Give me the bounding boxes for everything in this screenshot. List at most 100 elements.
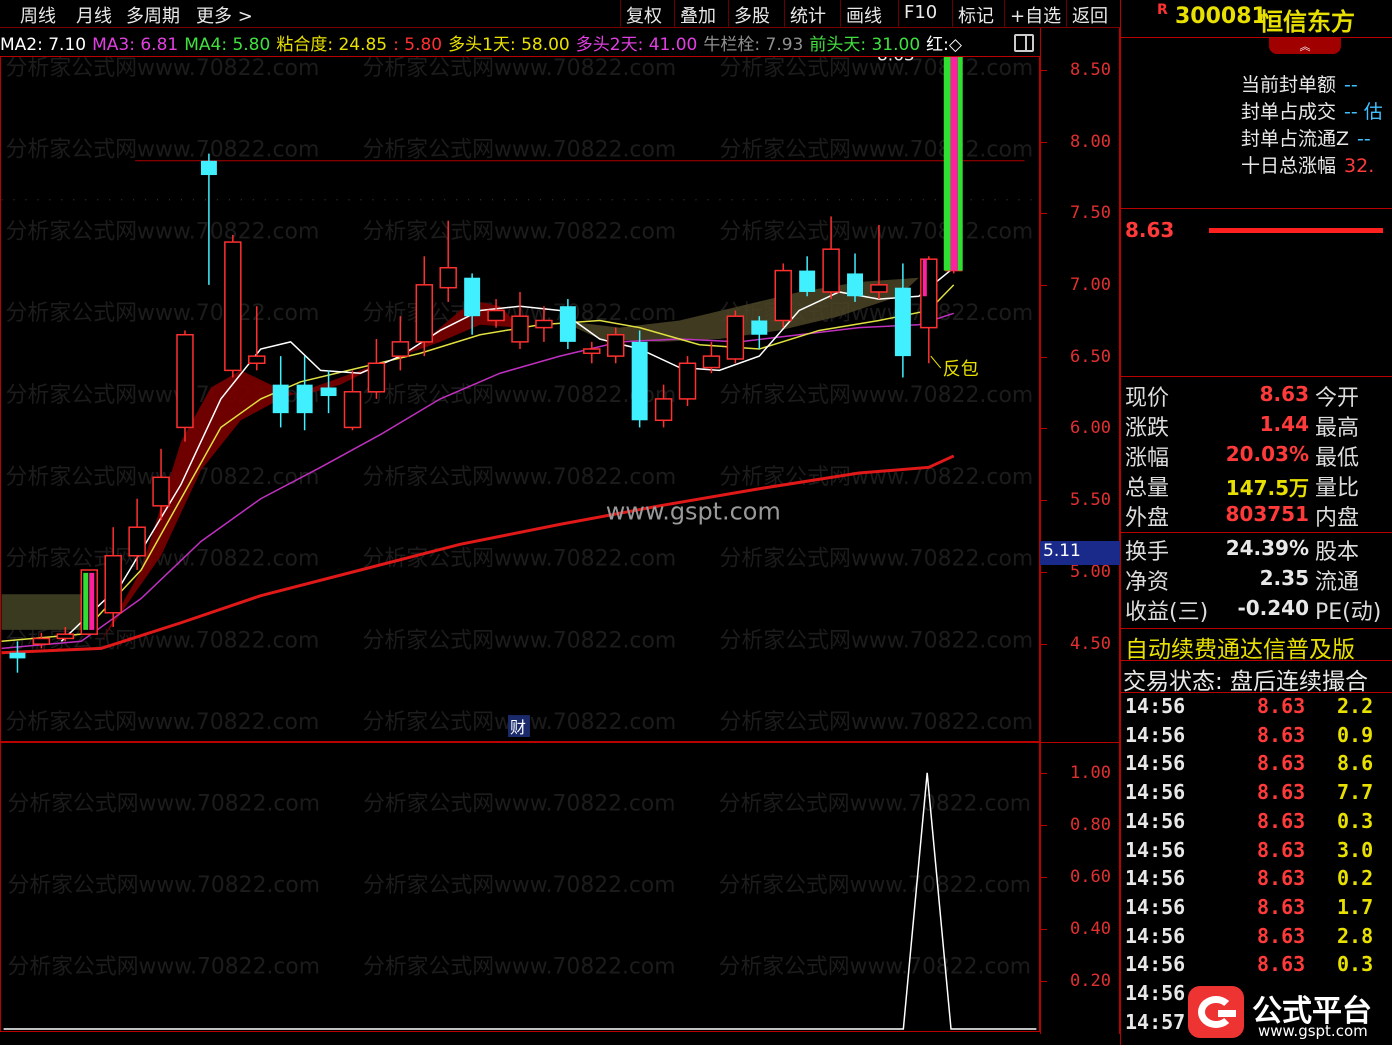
toolbar-item-5[interactable]: 叠加 — [680, 2, 716, 28]
seal-info-value: -- 估 — [1344, 101, 1383, 123]
toolbar-item-9[interactable]: F10 — [904, 2, 937, 23]
toolbar-item-11[interactable]: +自选 — [1010, 2, 1061, 28]
tick-row[interactable]: 14:56 8.63 7.7 — [1125, 780, 1392, 809]
candle-down — [296, 384, 313, 414]
quote-value: 803751 — [1225, 502, 1310, 526]
seal-info-label: 封单占流通Z — [1241, 128, 1350, 150]
candlestick-chart[interactable]: 分析家公式网www.70822.com 分析家公式网www.70822.com 分析… — [0, 56, 1040, 742]
tick-row[interactable]: 14:56 8.63 2.2 — [1125, 694, 1392, 723]
tick-price: 8.63 — [1257, 837, 1306, 862]
toolbar-item-0[interactable]: 周线 — [20, 2, 56, 28]
candle-up — [56, 633, 75, 640]
seal-info-row: 封单占流通Z -- — [1241, 124, 1371, 151]
candle-up — [248, 355, 266, 365]
tick-time: 14:56 — [1125, 751, 1186, 776]
indicator-value-0: MA2: 7.10 — [0, 35, 87, 55]
logo-glyph-icon — [1188, 986, 1244, 1038]
watermark-tile: 分析家公式网www.70822.com — [719, 383, 1033, 408]
tick-price: 8.63 — [1257, 694, 1306, 718]
indicator-tick-label: 0.40 — [1070, 919, 1111, 939]
signal-bar-green — [83, 572, 89, 630]
watermark-tile: 分析家公式网www.70822.com — [6, 301, 320, 326]
quote-value: 20.03% — [1225, 442, 1309, 466]
candle-up — [487, 309, 505, 322]
quote-row: 收益(三) -0.240 PE(动) — [1125, 594, 1392, 625]
quote-label: 总量 — [1125, 476, 1170, 501]
toolbar-item-12[interactable]: 返回 — [1072, 2, 1108, 28]
indicator-tick-label: 0.80 — [1070, 815, 1111, 835]
candle-down — [272, 384, 289, 414]
toolbar-item-1[interactable]: 月线 — [76, 2, 112, 28]
watermark-tile: 分析家公式网www.70822.com — [8, 792, 320, 817]
toolbar-item-6[interactable]: 多股 — [734, 2, 770, 28]
candle-down — [559, 306, 576, 342]
stock-title-bar: R 300081 恒信东方 — [1121, 0, 1392, 38]
quote-value: 1.44 — [1259, 412, 1309, 436]
tick-volume: 7.7 — [1337, 780, 1374, 805]
tick-volume: 2.8 — [1337, 923, 1374, 948]
candle-down — [631, 341, 648, 421]
indicator-readout-line: MA2: 7.10 MA3: 6.81 MA4: 5.80 粘合度: 24.85: 5… — [0, 30, 1040, 56]
tick-row[interactable]: 14:56 8.63 0.3 — [1125, 809, 1392, 838]
candle-up — [415, 284, 434, 343]
quote-value: 8.63 — [1259, 382, 1309, 406]
fanbao-label: 反包 — [943, 359, 979, 380]
tick-time: 14:56 — [1125, 981, 1186, 1005]
quote-label-2: 今开 — [1315, 386, 1360, 411]
toolbar-item-2[interactable]: 多周期 — [126, 2, 180, 28]
indicator-toggle-icon[interactable] — [1014, 34, 1034, 52]
indicator-value-7: 牛栏栓: 7.93 — [703, 35, 804, 55]
watermark-tile: 分析家公式网www.70822.com — [362, 56, 676, 81]
candle-down — [799, 270, 816, 292]
toolbar-item-3[interactable]: 更多 > — [196, 2, 253, 28]
quote-label-2: 流通 — [1315, 570, 1360, 595]
quote-label-2: 股本 — [1315, 540, 1360, 565]
tick-row[interactable]: 14:56 8.63 3.0 — [1125, 838, 1392, 867]
tick-row[interactable]: 14:56 8.63 0.2 — [1125, 866, 1392, 895]
quote-label: 净资 — [1125, 570, 1170, 595]
indicator-tick-label: 0.60 — [1070, 867, 1111, 887]
toolbar-item-10[interactable]: 标记 — [958, 2, 994, 28]
tick-time: 14:56 — [1125, 866, 1186, 891]
toolbar-item-7[interactable]: 统计 — [790, 2, 826, 28]
price-tick-label: 7.50 — [1070, 203, 1111, 223]
tick-price: 8.63 — [1257, 722, 1306, 747]
candle-up — [32, 637, 51, 645]
signal-bar-pink2 — [922, 259, 927, 297]
tick-row[interactable]: 14:56 8.63 8.6 — [1125, 751, 1392, 780]
candle-down — [847, 273, 863, 297]
toolbar-item-8[interactable]: 画线 — [846, 2, 882, 28]
candle-up — [822, 248, 840, 293]
tick-time: 14:56 — [1125, 808, 1186, 833]
tick-row[interactable]: 14:56 8.63 0.3 — [1125, 952, 1392, 981]
seal-info-label: 当前封单额 — [1241, 74, 1337, 96]
watermark-tile: 分析家公式网www.70822.com — [719, 873, 1031, 898]
price-tick-label: 6.50 — [1070, 347, 1111, 367]
stock-name: 恒信东方 — [1259, 8, 1355, 36]
tick-row[interactable]: 14:56 8.63 0.9 — [1125, 723, 1392, 752]
tick-row[interactable]: 14:56 8.63 2.8 — [1125, 924, 1392, 953]
watermark-tile: 分析家公式网www.70822.com — [8, 954, 320, 979]
version-banner[interactable]: 自动续费通达信普及版 — [1125, 630, 1355, 664]
collapse-button[interactable]: ︽ — [1269, 38, 1341, 54]
candle-up — [774, 269, 792, 322]
price-tick-label: 8.00 — [1070, 132, 1111, 152]
candle-up — [583, 348, 601, 355]
gspt-logo: 公式平台 www.gspt.com — [1188, 984, 1388, 1040]
candle-up — [606, 333, 625, 357]
seal-info-value: -- — [1344, 74, 1358, 96]
watermark-tile: 分析家公式网www.70822.com — [6, 219, 320, 244]
high-price-label: 8.63 — [877, 56, 915, 64]
quote-label: 涨跌 — [1125, 416, 1170, 441]
tick-time: 14:56 — [1125, 923, 1186, 948]
tick-row[interactable]: 14:56 8.63 1.7 — [1125, 895, 1392, 924]
limit-up-bar-green2 — [957, 57, 963, 271]
quote-label-2: 量比 — [1315, 476, 1360, 501]
quote-label-2: 最高 — [1315, 416, 1360, 441]
quote-row: 涨跌 1.44 最高 — [1125, 410, 1392, 441]
indicator-subchart[interactable]: 分析家公式网www.70822.com 分析家公式网www.70822.com 分析… — [0, 742, 1040, 1032]
chart-toolbar: 周线 月线 多周期 更多 > 复权 叠加 多股 统计 画线 F10 标记 +自选 返回 — [0, 0, 1120, 28]
price-tick-label: 4.50 — [1070, 634, 1111, 654]
quote-value: -0.240 — [1237, 596, 1309, 620]
toolbar-item-4[interactable]: 复权 — [626, 2, 662, 28]
